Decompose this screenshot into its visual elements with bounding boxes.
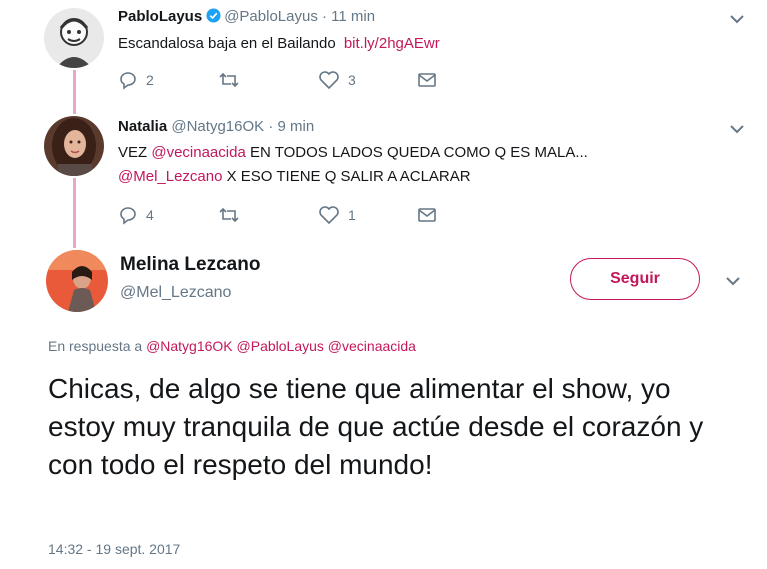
separator: · (268, 118, 274, 135)
tweet-text: VEZ @vecinaacida EN TODOS LADOS QUEDA CO… (118, 141, 588, 189)
mention-link[interactable]: @Mel_Lezcano (118, 168, 222, 185)
timestamp[interactable]: 9 min (278, 118, 315, 135)
reply-count: 4 (146, 207, 154, 223)
message-icon (418, 73, 436, 87)
like-count: 1 (348, 207, 356, 223)
text-fragment: EN TODOS LADOS QUEDA COMO Q ES MALA... (245, 144, 588, 161)
retweet-button[interactable] (218, 205, 248, 225)
like-button[interactable]: 3 (318, 70, 356, 90)
message-button[interactable] (416, 205, 438, 225)
reply-mentions[interactable]: @Natyg16OK @PabloLayus @vecinaacida (146, 338, 416, 354)
handle[interactable]: @PabloLayus (224, 8, 318, 25)
chevron-down-icon[interactable] (728, 10, 746, 28)
text-fragment: X ESO TIENE Q SALIR A ACLARAR (222, 168, 471, 185)
reply-count: 2 (146, 72, 154, 88)
tweet-header: Natalia @Natyg16OK · 9 min (118, 118, 314, 135)
retweet-icon (219, 72, 239, 88)
tweet-text: Escandalosa baja en el Bailando bit.ly/2… (118, 32, 440, 56)
display-name[interactable]: PabloLayus (118, 8, 202, 25)
display-name[interactable]: Melina Lezcano (120, 254, 260, 276)
tweet-line: @Mel_Lezcano X ESO TIENE Q SALIR A ACLAR… (118, 165, 588, 189)
tweet-line: VEZ @vecinaacida EN TODOS LADOS QUEDA CO… (118, 141, 588, 165)
tweet-header: PabloLayus @PabloLayus · 11 min (118, 8, 375, 27)
message-button[interactable] (416, 70, 438, 90)
thread-connector (73, 70, 76, 114)
verified-icon (206, 8, 221, 27)
reply-button[interactable]: 2 (118, 70, 154, 90)
chevron-down-icon[interactable] (724, 272, 742, 290)
handle[interactable]: @Natyg16OK (171, 118, 264, 135)
tweet-body: Escandalosa baja en el Bailando (118, 35, 336, 52)
avatar[interactable] (46, 250, 108, 312)
tweet-text: Chicas, de algo se tiene que alimentar e… (48, 373, 704, 480)
thread-connector (73, 178, 76, 248)
like-icon (319, 71, 339, 90)
display-name[interactable]: Natalia (118, 118, 167, 135)
reply-prefix: En respuesta a (48, 338, 143, 354)
like-count: 3 (348, 72, 356, 88)
follow-button[interactable]: Seguir (570, 258, 700, 300)
retweet-button[interactable] (218, 70, 248, 90)
tweet-timestamp[interactable]: 14:32 - 19 sept. 2017 (48, 541, 180, 557)
reply-icon (120, 72, 136, 90)
avatar[interactable] (44, 116, 104, 176)
timestamp[interactable]: 11 min (331, 8, 375, 25)
avatar[interactable] (44, 8, 104, 68)
tweet-link[interactable]: bit.ly/2hgAEwr (344, 35, 440, 52)
tweet-actions: 4 1 (118, 205, 458, 227)
reply-icon (120, 207, 136, 225)
handle[interactable]: @Mel_Lezcano (120, 284, 231, 302)
tweet-actions: 2 3 (118, 70, 458, 92)
mention-link[interactable]: @vecinaacida (151, 144, 245, 161)
retweet-icon (219, 207, 239, 223)
reply-context: En respuesta a @Natyg16OK @PabloLayus @v… (48, 338, 416, 354)
like-icon (319, 206, 339, 225)
like-button[interactable]: 1 (318, 205, 356, 225)
text-fragment: VEZ (118, 144, 152, 161)
chevron-down-icon[interactable] (728, 120, 746, 138)
message-icon (418, 208, 436, 222)
separator: · (322, 8, 327, 25)
reply-button[interactable]: 4 (118, 205, 154, 225)
